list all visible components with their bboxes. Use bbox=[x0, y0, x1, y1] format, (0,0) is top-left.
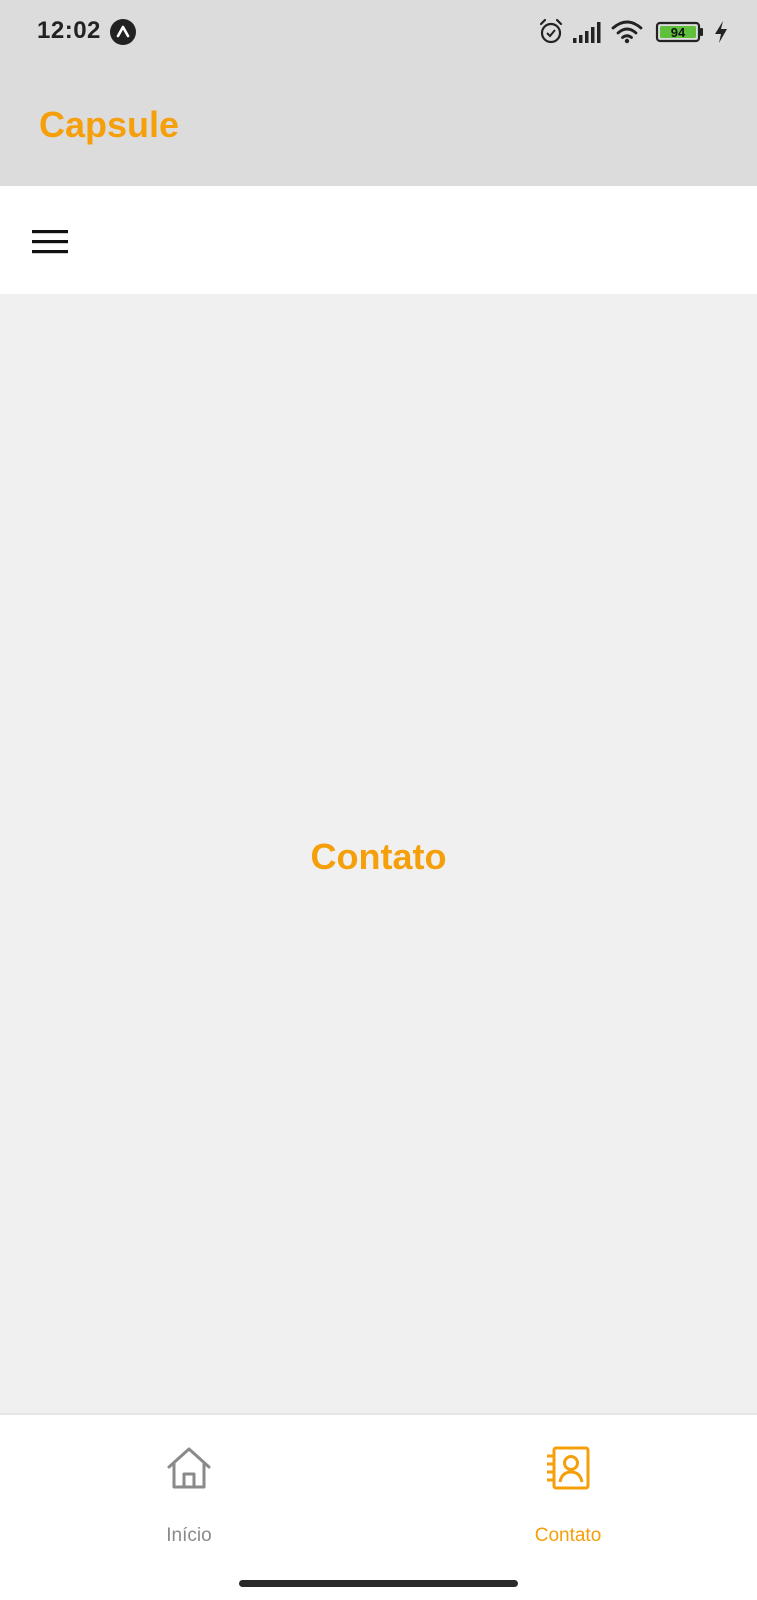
contacts-icon bbox=[545, 1445, 591, 1491]
toolbar bbox=[0, 186, 757, 294]
tab-inicio-label: Início bbox=[166, 1525, 212, 1546]
tab-inicio[interactable]: Início bbox=[0, 1413, 378, 1563]
app-header: 12:02 94 Capsule bbox=[0, 0, 757, 186]
tab-contato-label: Contato bbox=[534, 1525, 602, 1546]
alarm-icon bbox=[537, 16, 565, 48]
status-bar: 12:02 94 bbox=[0, 0, 757, 64]
app-notification-icon bbox=[110, 19, 136, 45]
wifi-icon bbox=[611, 16, 643, 48]
hamburger-menu-icon[interactable] bbox=[26, 222, 74, 262]
page-heading: Contato bbox=[310, 836, 447, 877]
screen: 12:02 94 Capsule Contato Início Contato bbox=[0, 0, 757, 1600]
home-icon bbox=[166, 1445, 212, 1491]
signal-icon bbox=[571, 16, 603, 48]
app-title: Capsule bbox=[39, 104, 180, 145]
tab-contato[interactable]: Contato bbox=[379, 1413, 757, 1563]
battery-icon: 94 bbox=[655, 16, 705, 48]
status-time: 12:02 bbox=[37, 17, 101, 44]
status-icons: 94 bbox=[537, 16, 757, 48]
home-indicator bbox=[239, 1580, 518, 1587]
charging-icon bbox=[711, 16, 731, 48]
battery-level: 94 bbox=[670, 24, 686, 40]
